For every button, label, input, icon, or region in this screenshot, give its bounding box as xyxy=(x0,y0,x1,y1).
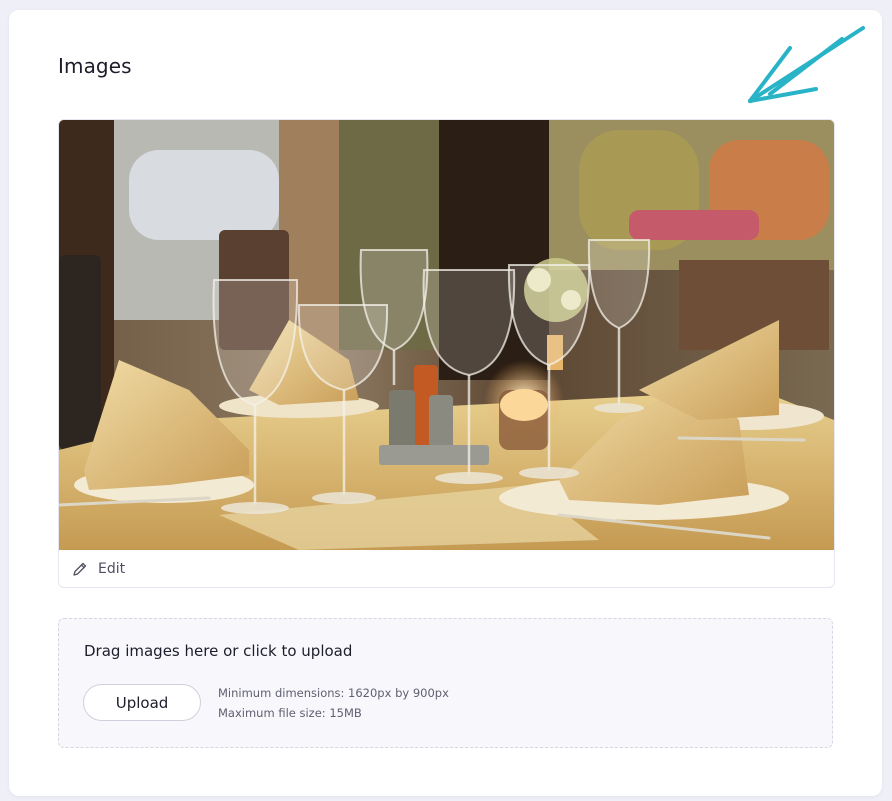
edit-label: Edit xyxy=(98,560,126,577)
images-panel: Images Edit Drag images here or click to… xyxy=(9,10,882,796)
image-dropzone[interactable]: Drag images here or click to upload Uplo… xyxy=(58,618,833,748)
restaurant-photo[interactable] xyxy=(59,120,834,550)
min-dimensions-note: Minimum dimensions: 1620px by 900px xyxy=(218,686,449,700)
annotation-arrow-icon xyxy=(748,26,865,103)
dropzone-prompt: Drag images here or click to upload xyxy=(84,642,353,660)
upload-button[interactable]: Upload xyxy=(83,684,201,721)
pencil-icon xyxy=(73,562,87,576)
max-file-size-note: Maximum file size: 15MB xyxy=(218,706,362,720)
section-title: Images xyxy=(58,54,132,78)
edit-image-button[interactable]: Edit xyxy=(59,550,834,587)
image-preview-card: Edit xyxy=(58,119,835,588)
